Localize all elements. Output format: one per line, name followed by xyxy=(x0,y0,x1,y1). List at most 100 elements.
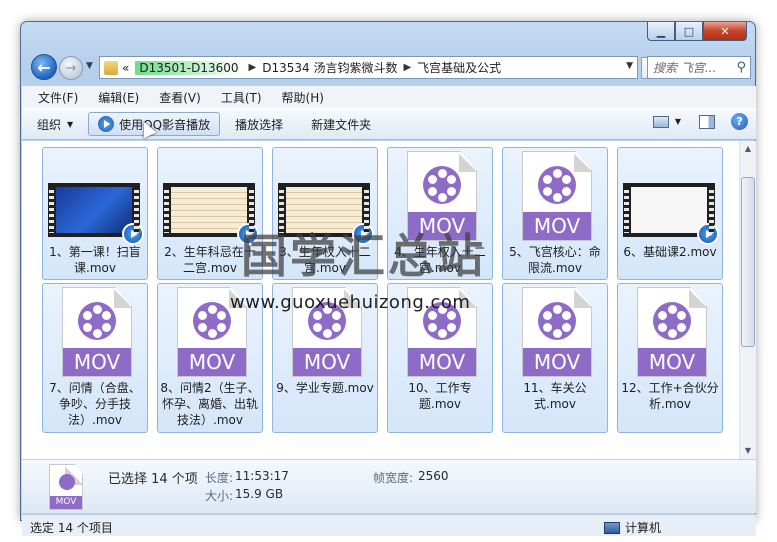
file-item[interactable]: MOV 4、生年权入十二宫.mov xyxy=(387,147,493,280)
reel-hole xyxy=(437,169,447,178)
file-item[interactable]: MOV 11、车关公式.mov xyxy=(502,283,608,433)
reel-hole xyxy=(543,187,552,196)
frame-width-value: 2560 xyxy=(418,469,449,483)
new-folder-button[interactable]: 新建文件夹 xyxy=(302,112,380,136)
film-reel-icon xyxy=(78,302,116,340)
status-location-label: 计算机 xyxy=(625,521,662,535)
reel-hole xyxy=(437,305,447,314)
organize-button[interactable]: 组织 ▼ xyxy=(28,112,82,136)
page-fold xyxy=(114,288,131,308)
window-controls: ▁ □ ✕ xyxy=(647,22,747,41)
menu-help[interactable]: 帮助(H) xyxy=(282,89,324,106)
file-item[interactable]: MOV 8、问情2（生子、怀孕、离婚、出轨技法）.mov xyxy=(157,283,263,433)
qq-player-icon xyxy=(352,223,374,245)
reel-hole xyxy=(543,311,552,320)
mov-file-icon: MOV xyxy=(637,287,707,377)
file-name: 12、工作+合伙分析.mov xyxy=(621,381,719,411)
file-list-view: 1、第一课！扫盲课.mov 2、生年科忌在十二宫.mov 3、生年权入十二宫.mov… xyxy=(22,141,756,459)
selection-file-icon: MOV xyxy=(49,464,83,510)
reel-hole xyxy=(437,329,447,338)
vertical-scrollbar[interactable]: ▲ ▼ xyxy=(739,141,756,459)
back-button[interactable]: ← xyxy=(31,54,57,80)
explorer-window: ▁ □ ✕ ← → ▼ « D13501-D13600 ▶ D13534 汤言钧… xyxy=(20,21,756,536)
reel-hole xyxy=(313,323,322,332)
video-frame xyxy=(171,187,247,233)
mov-file-icon: MOV xyxy=(49,464,83,510)
organize-label: 组织 xyxy=(37,117,62,132)
breadcrumb-item-1[interactable]: D13501-D13600 xyxy=(135,60,243,75)
menu-file[interactable]: 文件(F) xyxy=(38,89,78,106)
file-item[interactable]: MOV 12、工作+合伙分析.mov xyxy=(617,283,723,433)
breadcrumb-separator[interactable]: ▶ xyxy=(249,62,257,73)
preview-pane-icon[interactable] xyxy=(699,114,715,129)
file-name: 5、飞宫核心：命限流.mov xyxy=(509,245,601,275)
folder-icon xyxy=(104,60,118,75)
menu-tools[interactable]: 工具(T) xyxy=(221,89,262,106)
scroll-down-icon[interactable]: ▼ xyxy=(740,443,756,459)
reel-hole xyxy=(562,311,571,320)
size-value: 15.9 GB xyxy=(235,487,284,501)
file-item[interactable]: 1、第一课！扫盲课.mov xyxy=(42,147,148,280)
status-selected-text: 选定 14 个项目 xyxy=(30,521,113,535)
breadcrumb-item-2[interactable]: D13534 汤言钧紫微斗数 xyxy=(262,59,397,76)
change-view-icon[interactable] xyxy=(652,115,669,128)
file-item[interactable]: 6、基础课2.mov xyxy=(617,147,723,280)
breadcrumb-separator[interactable]: ▶ xyxy=(403,62,411,73)
maximize-button[interactable]: □ xyxy=(675,22,703,41)
search-icon[interactable]: ⚲ xyxy=(736,60,746,75)
search-input[interactable]: 搜索 飞宫... ⚲ xyxy=(647,56,751,79)
mov-file-icon: MOV xyxy=(292,287,362,377)
reel-hole xyxy=(322,305,332,314)
page-fold xyxy=(459,288,476,308)
file-item[interactable]: MOV 10、工作专题.mov xyxy=(387,283,493,433)
menu-edit[interactable]: 编辑(E) xyxy=(98,89,139,106)
details-pane: MOV 已选择 14 个项 长度: 11:53:17 大小: 15.9 GB 帧… xyxy=(22,459,756,513)
video-frame xyxy=(56,187,132,233)
reel-hole xyxy=(332,311,341,320)
forward-button[interactable]: → xyxy=(59,56,83,80)
video-thumbnail xyxy=(278,183,374,245)
status-location: 计算机 xyxy=(604,519,661,536)
close-button[interactable]: ✕ xyxy=(703,22,747,41)
computer-icon xyxy=(604,521,620,534)
mov-file-icon: MOV xyxy=(522,151,592,241)
reel-hole xyxy=(552,169,562,178)
reel-hole xyxy=(543,175,552,184)
menu-view[interactable]: 查看(V) xyxy=(159,89,201,106)
file-item[interactable]: MOV 9、学业专题.mov xyxy=(272,283,378,433)
navigation-row: ← → ▼ « D13501-D13600 ▶ D13534 汤言钧紫微斗数 ▶… xyxy=(29,54,749,82)
scroll-up-icon[interactable]: ▲ xyxy=(740,141,756,157)
reel-hole xyxy=(428,323,437,332)
menu-bar: 文件(F) 编辑(E) 查看(V) 工具(T) 帮助(H) xyxy=(22,86,756,108)
film-reel-icon xyxy=(653,302,691,340)
file-item[interactable]: 3、生年权入十二宫.mov xyxy=(272,147,378,280)
file-item[interactable]: MOV 5、飞宫核心：命限流.mov xyxy=(502,147,608,280)
reel-hole xyxy=(217,323,226,332)
breadcrumb-item-3[interactable]: 飞宫基础及公式 xyxy=(417,59,501,76)
mov-badge: MOV xyxy=(293,348,361,376)
address-dropdown-icon[interactable]: ▼ xyxy=(626,61,633,71)
address-bar[interactable]: « D13501-D13600 ▶ D13534 汤言钧紫微斗数 ▶ 飞宫基础及… xyxy=(99,56,638,79)
recent-pages-dropdown[interactable]: ▼ xyxy=(86,61,93,71)
file-item[interactable]: MOV 7、问情（合盘、争吵、分手技法）.mov xyxy=(42,283,148,433)
help-icon[interactable]: ? xyxy=(731,113,748,130)
reel-hole xyxy=(92,329,102,338)
view-options-icon[interactable]: ▼ xyxy=(675,117,681,126)
reel-hole xyxy=(102,323,111,332)
breadcrumb-overflow[interactable]: « xyxy=(122,61,129,75)
page-fold xyxy=(574,288,591,308)
reel-hole xyxy=(447,323,456,332)
scroll-thumb[interactable] xyxy=(741,177,755,347)
search-placeholder: 搜索 飞宫... xyxy=(653,61,717,75)
minimize-button[interactable]: ▁ xyxy=(647,22,675,41)
file-name: 9、学业专题.mov xyxy=(276,381,374,395)
reel-hole xyxy=(552,329,562,338)
file-item[interactable]: 2、生年科忌在十二宫.mov xyxy=(157,147,263,280)
reel-hole xyxy=(437,193,447,202)
frame-width-label: 帧宽度: xyxy=(373,471,414,485)
reel-hole xyxy=(198,323,207,332)
play-selection-button[interactable]: 播放选择 xyxy=(226,112,292,136)
page-fold xyxy=(229,288,246,308)
video-thumbnail xyxy=(623,183,719,245)
reel-hole xyxy=(83,323,92,332)
